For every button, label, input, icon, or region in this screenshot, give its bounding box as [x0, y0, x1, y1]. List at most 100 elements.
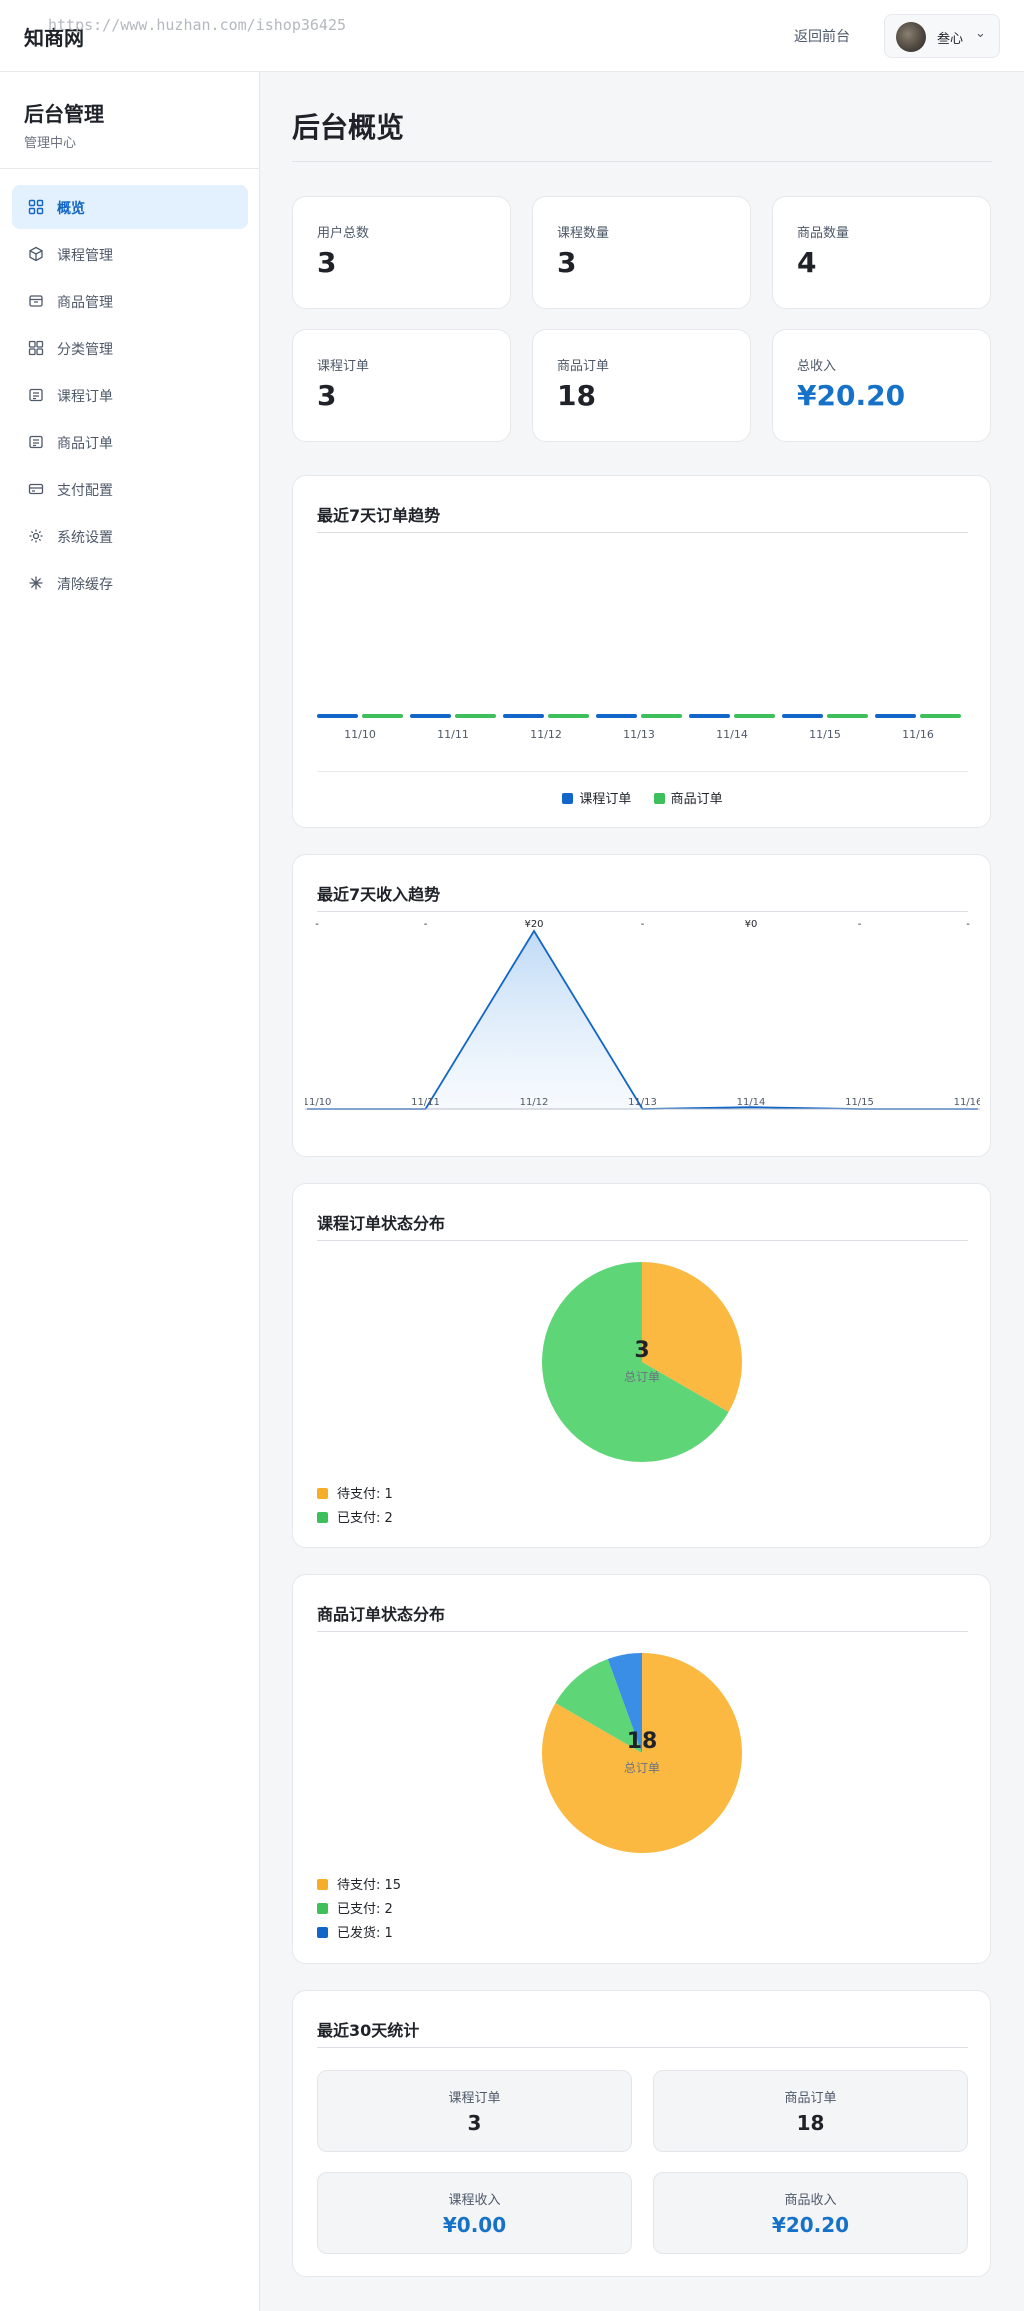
- stat-value: 3: [557, 246, 577, 279]
- x-tick-label: 11/15: [809, 728, 841, 741]
- order-icon: [29, 388, 43, 402]
- point-label: -: [424, 919, 428, 930]
- sidebar-item-clear-cache[interactable]: 清除缓存: [12, 561, 248, 605]
- point-label: -: [315, 919, 319, 930]
- sidebar-item-categories[interactable]: 分类管理: [12, 326, 248, 370]
- thirty-day-course-orders: 课程订单 3: [317, 2070, 632, 2152]
- chart-legend: 课程订单 商品订单: [293, 788, 992, 807]
- mini-stat-value: 18: [796, 2111, 825, 2135]
- card-title: 课程订单状态分布: [317, 1214, 446, 1233]
- card-divider: [317, 2047, 968, 2048]
- thirty-day-product-orders: 商品订单 18: [653, 2070, 968, 2152]
- legend-swatch: [317, 1927, 328, 1938]
- sidebar-item-label: 课程管理: [57, 248, 113, 264]
- grid-icon: [28, 199, 44, 215]
- page-title: 后台概览: [292, 111, 405, 144]
- title-divider: [292, 161, 992, 162]
- avatar: [896, 22, 926, 52]
- sidebar: 后台管理 管理中心 概览 课程管理 商品管理 分类管理 课程订单 商品订单 支付…: [0, 72, 260, 2311]
- stat-card-product-orders: 商品订单 18: [532, 329, 751, 442]
- stat-label: 用户总数: [317, 226, 370, 241]
- gear-icon: [29, 529, 43, 543]
- bar-goods-5: [827, 714, 868, 718]
- card-title: 最近30天统计: [317, 2021, 420, 2040]
- category-icon: [28, 340, 44, 356]
- legend-label: 待支付: 1: [337, 1487, 393, 1502]
- bar-course-0: [317, 714, 358, 718]
- mini-stat-value: ¥20.20: [771, 2213, 850, 2237]
- legend-item-shipped[interactable]: 已发货: 1: [317, 1922, 393, 1941]
- watermark-url: https://www.huzhan.com/ishop36425: [48, 16, 347, 34]
- sidebar-item-label: 清除缓存: [57, 577, 113, 593]
- bar-goods-2: [548, 714, 589, 718]
- stat-card-users: 用户总数 3: [292, 196, 511, 309]
- legend-item-paid[interactable]: 已支付: 2: [317, 1898, 393, 1917]
- x-tick-label: 11/13: [623, 728, 655, 741]
- legend-item-pending[interactable]: 待支付: 1: [317, 1483, 393, 1502]
- card-divider: [317, 532, 968, 533]
- sidebar-item-payment[interactable]: 支付配置: [12, 467, 248, 511]
- card-title: 商品订单状态分布: [317, 1605, 446, 1624]
- sidebar-divider: [0, 168, 259, 169]
- bar-goods-1: [455, 714, 496, 718]
- revenue-area: [307, 931, 978, 1109]
- mini-stat-value: ¥0.00: [442, 2213, 507, 2237]
- bar-goods-0: [362, 714, 403, 718]
- bar-course-4: [689, 714, 730, 718]
- revenue-trend-card: 最近7天收入趋势 - 11/10 - 11/11 ¥20 11/12 - 11/13 ¥0 11/…: [292, 854, 991, 1157]
- chevron-down-icon: ⌄: [975, 26, 986, 41]
- top-header: 知商网 https://www.huzhan.com/ishop36425 返回…: [0, 0, 1024, 72]
- order-trend-chart: 11/10 11/11 11/12 11/13 11/14 11/15 11/16: [317, 714, 961, 741]
- point-label: ¥0: [745, 919, 758, 930]
- stat-value: 4: [797, 246, 817, 279]
- legend-item-course-orders[interactable]: 课程订单: [562, 792, 631, 807]
- stat-value: 3: [317, 379, 337, 412]
- legend-label: 待支付: 15: [337, 1878, 402, 1893]
- pie-center-label: 总订单: [623, 1370, 660, 1384]
- sidebar-item-overview[interactable]: 概览: [12, 185, 248, 229]
- sidebar-item-courses[interactable]: 课程管理: [12, 232, 248, 276]
- stat-label: 商品数量: [797, 226, 850, 241]
- legend-swatch: [317, 1488, 328, 1499]
- x-tick-label: 11/16: [954, 1097, 980, 1108]
- thirty-day-course-revenue: 课程收入 ¥0.00: [317, 2172, 632, 2254]
- stat-label: 总收入: [797, 359, 837, 374]
- sidebar-item-products[interactable]: 商品管理: [12, 279, 248, 323]
- point-label: -: [966, 919, 970, 930]
- sidebar-item-settings[interactable]: 系统设置: [12, 514, 248, 558]
- pie-center-total: 18: [626, 1729, 658, 1754]
- x-tick-label: 11/11: [411, 1097, 440, 1108]
- user-menu-button[interactable]: 叁心 ⌄: [884, 14, 1000, 58]
- sidebar-item-product-orders[interactable]: 商品订单: [12, 420, 248, 464]
- bar-course-6: [875, 714, 916, 718]
- x-tick-label: 11/14: [737, 1097, 766, 1108]
- bar-course-5: [782, 714, 823, 718]
- mini-stat-value: 3: [467, 2111, 482, 2135]
- x-tick-label: 11/12: [520, 1097, 549, 1108]
- user-name: 叁心: [937, 32, 964, 47]
- stat-card-revenue: 总收入 ¥20.20: [772, 329, 991, 442]
- legend-item-product-orders[interactable]: 商品订单: [653, 792, 723, 807]
- x-tick-label: 11/10: [344, 728, 376, 741]
- legend-item-pending[interactable]: 待支付: 15: [317, 1874, 401, 1893]
- sidebar-title: 后台管理: [24, 102, 104, 126]
- point-label: -: [858, 919, 862, 930]
- stat-card-courses: 课程数量 3: [532, 196, 751, 309]
- bar-goods-6: [920, 714, 961, 718]
- card-title: 最近7天订单趋势: [317, 506, 441, 525]
- x-tick-label: 11/13: [628, 1097, 657, 1108]
- back-to-frontend-link[interactable]: 返回前台: [794, 26, 850, 46]
- x-tick-label: 11/15: [845, 1097, 874, 1108]
- legend-swatch: [317, 1903, 328, 1914]
- goods-status-card: 商品订单状态分布 18 总订单 待支付: 15 已支付: 2 已发货: 1: [292, 1574, 991, 1964]
- card-title: 最近7天收入趋势: [317, 885, 441, 904]
- legend-swatch: [562, 793, 574, 804]
- legend-label: 课程订单: [579, 792, 632, 807]
- sidebar-item-label: 支付配置: [57, 483, 113, 499]
- stat-value: 18: [557, 379, 596, 412]
- sidebar-item-course-orders[interactable]: 课程订单: [12, 373, 248, 417]
- stat-label: 课程订单: [317, 359, 370, 374]
- bar-goods-3: [641, 714, 682, 718]
- cube-icon: [29, 246, 43, 262]
- legend-item-paid[interactable]: 已支付: 2: [317, 1507, 393, 1526]
